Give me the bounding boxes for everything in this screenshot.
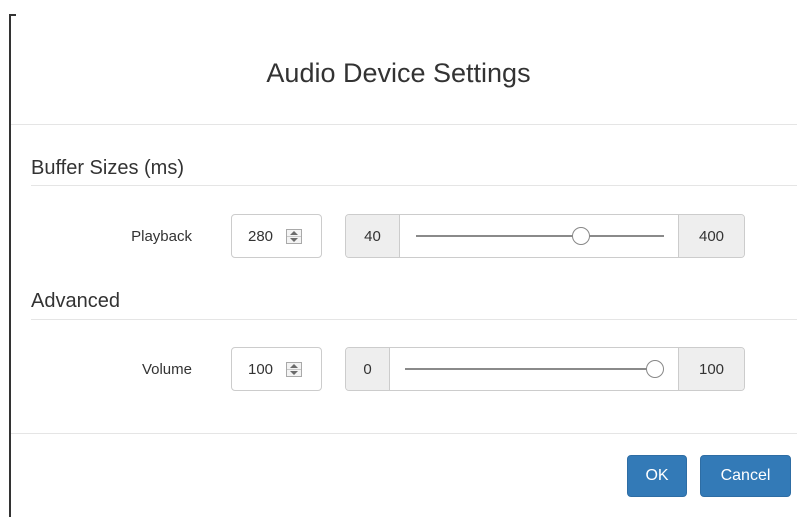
dialog-title: Audio Device Settings [266,58,531,88]
playback-slider-group: 40 400 [345,214,745,258]
section-divider-buffer [31,185,797,186]
volume-slider-track[interactable] [405,368,660,370]
section-divider-advanced [31,319,797,320]
header-divider [11,124,797,125]
playback-max-label: 400 [678,215,744,257]
volume-label: Volume [141,361,192,378]
cancel-button[interactable]: Cancel [700,455,791,497]
ok-button[interactable]: OK [627,455,687,497]
playback-slider-track[interactable] [416,235,664,237]
audio-settings-dialog: Audio Device Settings Buffer Sizes (ms) … [0,0,797,517]
decrement-arrow-icon[interactable] [290,371,298,375]
volume-slider-group: 0 100 [345,347,745,391]
increment-arrow-icon[interactable] [290,231,298,235]
playback-spinbox[interactable]: 280 [231,214,322,258]
playback-stepper[interactable] [286,229,302,244]
section-title-buffer: Buffer Sizes (ms) [31,157,184,179]
volume-slider-thumb[interactable] [646,360,664,378]
section-title-advanced: Advanced [31,290,120,312]
increment-arrow-icon[interactable] [290,364,298,368]
footer-divider [11,433,797,434]
stepper-divider [287,236,301,237]
volume-value: 100 [248,361,274,378]
window-edge [9,14,16,517]
volume-spinbox[interactable]: 100 [231,347,322,391]
playback-slider-thumb[interactable] [572,227,591,245]
playback-value: 280 [248,228,274,245]
stepper-divider [287,369,301,370]
playback-label: Playback [131,228,192,245]
playback-min-label: 40 [346,215,400,257]
decrement-arrow-icon[interactable] [290,238,298,242]
volume-min-label: 0 [346,348,390,390]
volume-max-label: 100 [678,348,744,390]
volume-stepper[interactable] [286,362,302,377]
